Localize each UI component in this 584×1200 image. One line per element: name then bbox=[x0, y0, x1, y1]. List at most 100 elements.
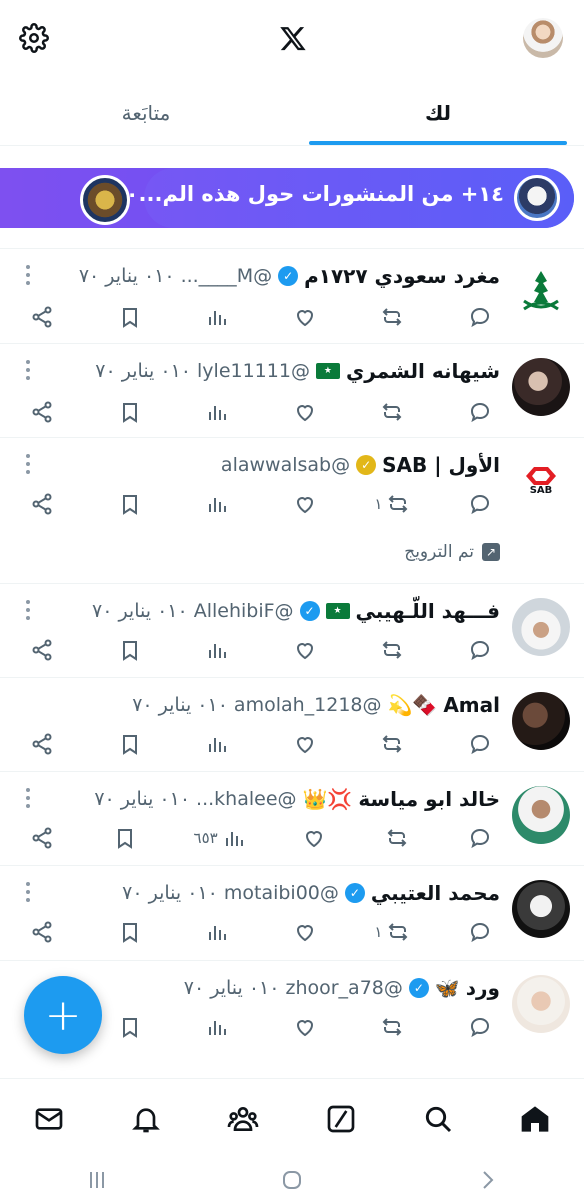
bookmark-button[interactable] bbox=[110, 305, 150, 329]
banner-pill[interactable]: ١٤+ من المنشورات حول هذه الم...١٠ bbox=[113, 168, 574, 228]
handle[interactable]: @AllehibiF bbox=[194, 600, 294, 622]
more-options-icon[interactable] bbox=[22, 788, 34, 808]
retweet-button[interactable] bbox=[372, 305, 412, 329]
tweet[interactable]: فـــهد اللّـهيبي ★ ✓ @AllehibiF ٠١٠ يناي… bbox=[0, 583, 584, 677]
grok-tab[interactable] bbox=[317, 1095, 365, 1143]
views-button[interactable] bbox=[197, 920, 237, 944]
like-button[interactable] bbox=[285, 400, 325, 424]
x-logo[interactable] bbox=[276, 22, 310, 56]
share-button[interactable] bbox=[22, 732, 62, 756]
tweet[interactable]: Amal 🍫💫 @amolah_1218 ٠١٠ يناير ٧٠ bbox=[0, 677, 584, 771]
bookmark-button[interactable] bbox=[110, 1015, 150, 1039]
tweet[interactable]: شيهانه الشمري ★ @lyle11111 ٠١٠ يناير ٧٠ bbox=[0, 343, 584, 437]
date[interactable]: ٠١٠ يناير ٧٠ bbox=[95, 360, 191, 382]
avatar[interactable] bbox=[512, 692, 570, 750]
bookmark-button[interactable] bbox=[110, 732, 150, 756]
new-posts-banner[interactable]: ١٤+ من المنشورات حول هذه الم...١٠ bbox=[0, 168, 584, 230]
share-button[interactable] bbox=[22, 638, 62, 662]
views-button[interactable] bbox=[197, 732, 237, 756]
bookmark-button[interactable] bbox=[110, 920, 150, 944]
handle[interactable]: @lyle11111 bbox=[197, 360, 310, 382]
more-options-icon[interactable] bbox=[22, 882, 34, 902]
views-button[interactable] bbox=[197, 492, 237, 516]
reply-button[interactable] bbox=[460, 826, 500, 850]
date[interactable]: ٠١٠ يناير ٧٠ bbox=[94, 788, 190, 810]
reply-button[interactable] bbox=[460, 1015, 500, 1039]
reply-button[interactable] bbox=[460, 305, 500, 329]
handle[interactable]: @amolah_1218 bbox=[234, 694, 382, 716]
back-button[interactable] bbox=[467, 1164, 507, 1196]
handle[interactable]: @zhoor_a78 bbox=[285, 977, 402, 999]
messages-tab[interactable] bbox=[25, 1095, 73, 1143]
tweet[interactable]: مغرد سعودي ١٧٢٧م ✓ @M____... ٠١٠ يناير ٧… bbox=[0, 248, 584, 343]
reply-button[interactable] bbox=[460, 920, 500, 944]
share-button[interactable] bbox=[22, 305, 62, 329]
retweet-button[interactable]: ١ bbox=[372, 920, 412, 944]
reply-button[interactable] bbox=[460, 732, 500, 756]
retweet-button[interactable]: ١ bbox=[372, 492, 412, 516]
views-button[interactable] bbox=[197, 638, 237, 662]
like-button[interactable] bbox=[285, 638, 325, 662]
avatar[interactable] bbox=[512, 358, 570, 416]
like-button[interactable] bbox=[294, 826, 334, 850]
like-button[interactable] bbox=[285, 920, 325, 944]
compose-button[interactable]: + bbox=[24, 976, 102, 1054]
views-button[interactable] bbox=[197, 305, 237, 329]
share-button[interactable] bbox=[22, 400, 62, 424]
retweet-button[interactable] bbox=[372, 1015, 412, 1039]
display-name[interactable]: مغرد سعودي ١٧٢٧م bbox=[304, 264, 500, 288]
views-button[interactable]: ٦٥٣ bbox=[188, 826, 252, 850]
retweet-button[interactable] bbox=[372, 400, 412, 424]
like-button[interactable] bbox=[285, 492, 325, 516]
like-button[interactable] bbox=[285, 732, 325, 756]
more-options-icon[interactable] bbox=[22, 265, 34, 285]
handle[interactable]: @alawwalsab bbox=[221, 454, 350, 476]
date[interactable]: ٠١٠ يناير ٧٠ bbox=[79, 265, 175, 287]
tab-for-you[interactable]: لك bbox=[292, 80, 584, 145]
retweet-button[interactable] bbox=[377, 826, 417, 850]
reply-button[interactable] bbox=[460, 638, 500, 662]
gear-icon[interactable] bbox=[18, 22, 50, 54]
search-tab[interactable] bbox=[414, 1095, 462, 1143]
avatar[interactable] bbox=[512, 975, 570, 1033]
date[interactable]: ٠١٠ يناير ٧٠ bbox=[184, 977, 280, 999]
display-name[interactable]: الأول | SAB bbox=[382, 453, 500, 477]
reply-button[interactable] bbox=[460, 400, 500, 424]
handle[interactable]: @motaibi00 bbox=[224, 882, 339, 904]
share-button[interactable] bbox=[22, 826, 62, 850]
share-button[interactable] bbox=[22, 492, 62, 516]
display-name[interactable]: Amal bbox=[443, 693, 500, 717]
communities-tab[interactable] bbox=[219, 1095, 267, 1143]
more-options-icon[interactable] bbox=[22, 454, 34, 474]
display-name[interactable]: ورد bbox=[466, 976, 500, 1000]
tab-following[interactable]: متابَعة bbox=[0, 80, 292, 145]
date[interactable]: ٠١٠ يناير ٧٠ bbox=[132, 694, 228, 716]
bookmark-button[interactable] bbox=[110, 400, 150, 424]
more-options-icon[interactable] bbox=[22, 360, 34, 380]
date[interactable]: ٠١٠ يناير ٧٠ bbox=[92, 600, 188, 622]
views-button[interactable] bbox=[197, 1015, 237, 1039]
like-button[interactable] bbox=[285, 1015, 325, 1039]
retweet-button[interactable] bbox=[372, 732, 412, 756]
sab-logo[interactable]: SAB bbox=[512, 452, 570, 510]
views-button[interactable] bbox=[197, 400, 237, 424]
date[interactable]: ٠١٠ يناير ٧٠ bbox=[122, 882, 218, 904]
home-system-button[interactable] bbox=[272, 1164, 312, 1196]
bookmark-button[interactable] bbox=[110, 638, 150, 662]
display-name[interactable]: خالد ابو مياسة bbox=[358, 787, 500, 811]
home-tab[interactable] bbox=[511, 1095, 559, 1143]
handle[interactable]: @M____... bbox=[181, 265, 273, 287]
bookmark-button[interactable] bbox=[110, 492, 150, 516]
display-name[interactable]: فـــهد اللّـهيبي bbox=[356, 599, 500, 623]
share-button[interactable] bbox=[22, 920, 62, 944]
tweet[interactable]: محمد العتيبي ✓ @motaibi00 ٠١٠ يناير ٧٠ ١ bbox=[0, 865, 584, 960]
bookmark-button[interactable] bbox=[105, 826, 145, 850]
like-button[interactable] bbox=[285, 305, 325, 329]
tweet-promoted[interactable]: SAB الأول | SAB ✓ @alawwalsab ١ ↗ تم الت… bbox=[0, 437, 584, 583]
avatar[interactable] bbox=[512, 880, 570, 938]
avatar[interactable] bbox=[512, 786, 570, 844]
tweet[interactable]: خالد ابو مياسة 💢👑 @khalee... ٠١٠ يناير ٧… bbox=[0, 771, 584, 865]
display-name[interactable]: محمد العتيبي bbox=[371, 881, 500, 905]
avatar[interactable] bbox=[512, 263, 570, 321]
handle[interactable]: @khalee... bbox=[196, 788, 296, 810]
